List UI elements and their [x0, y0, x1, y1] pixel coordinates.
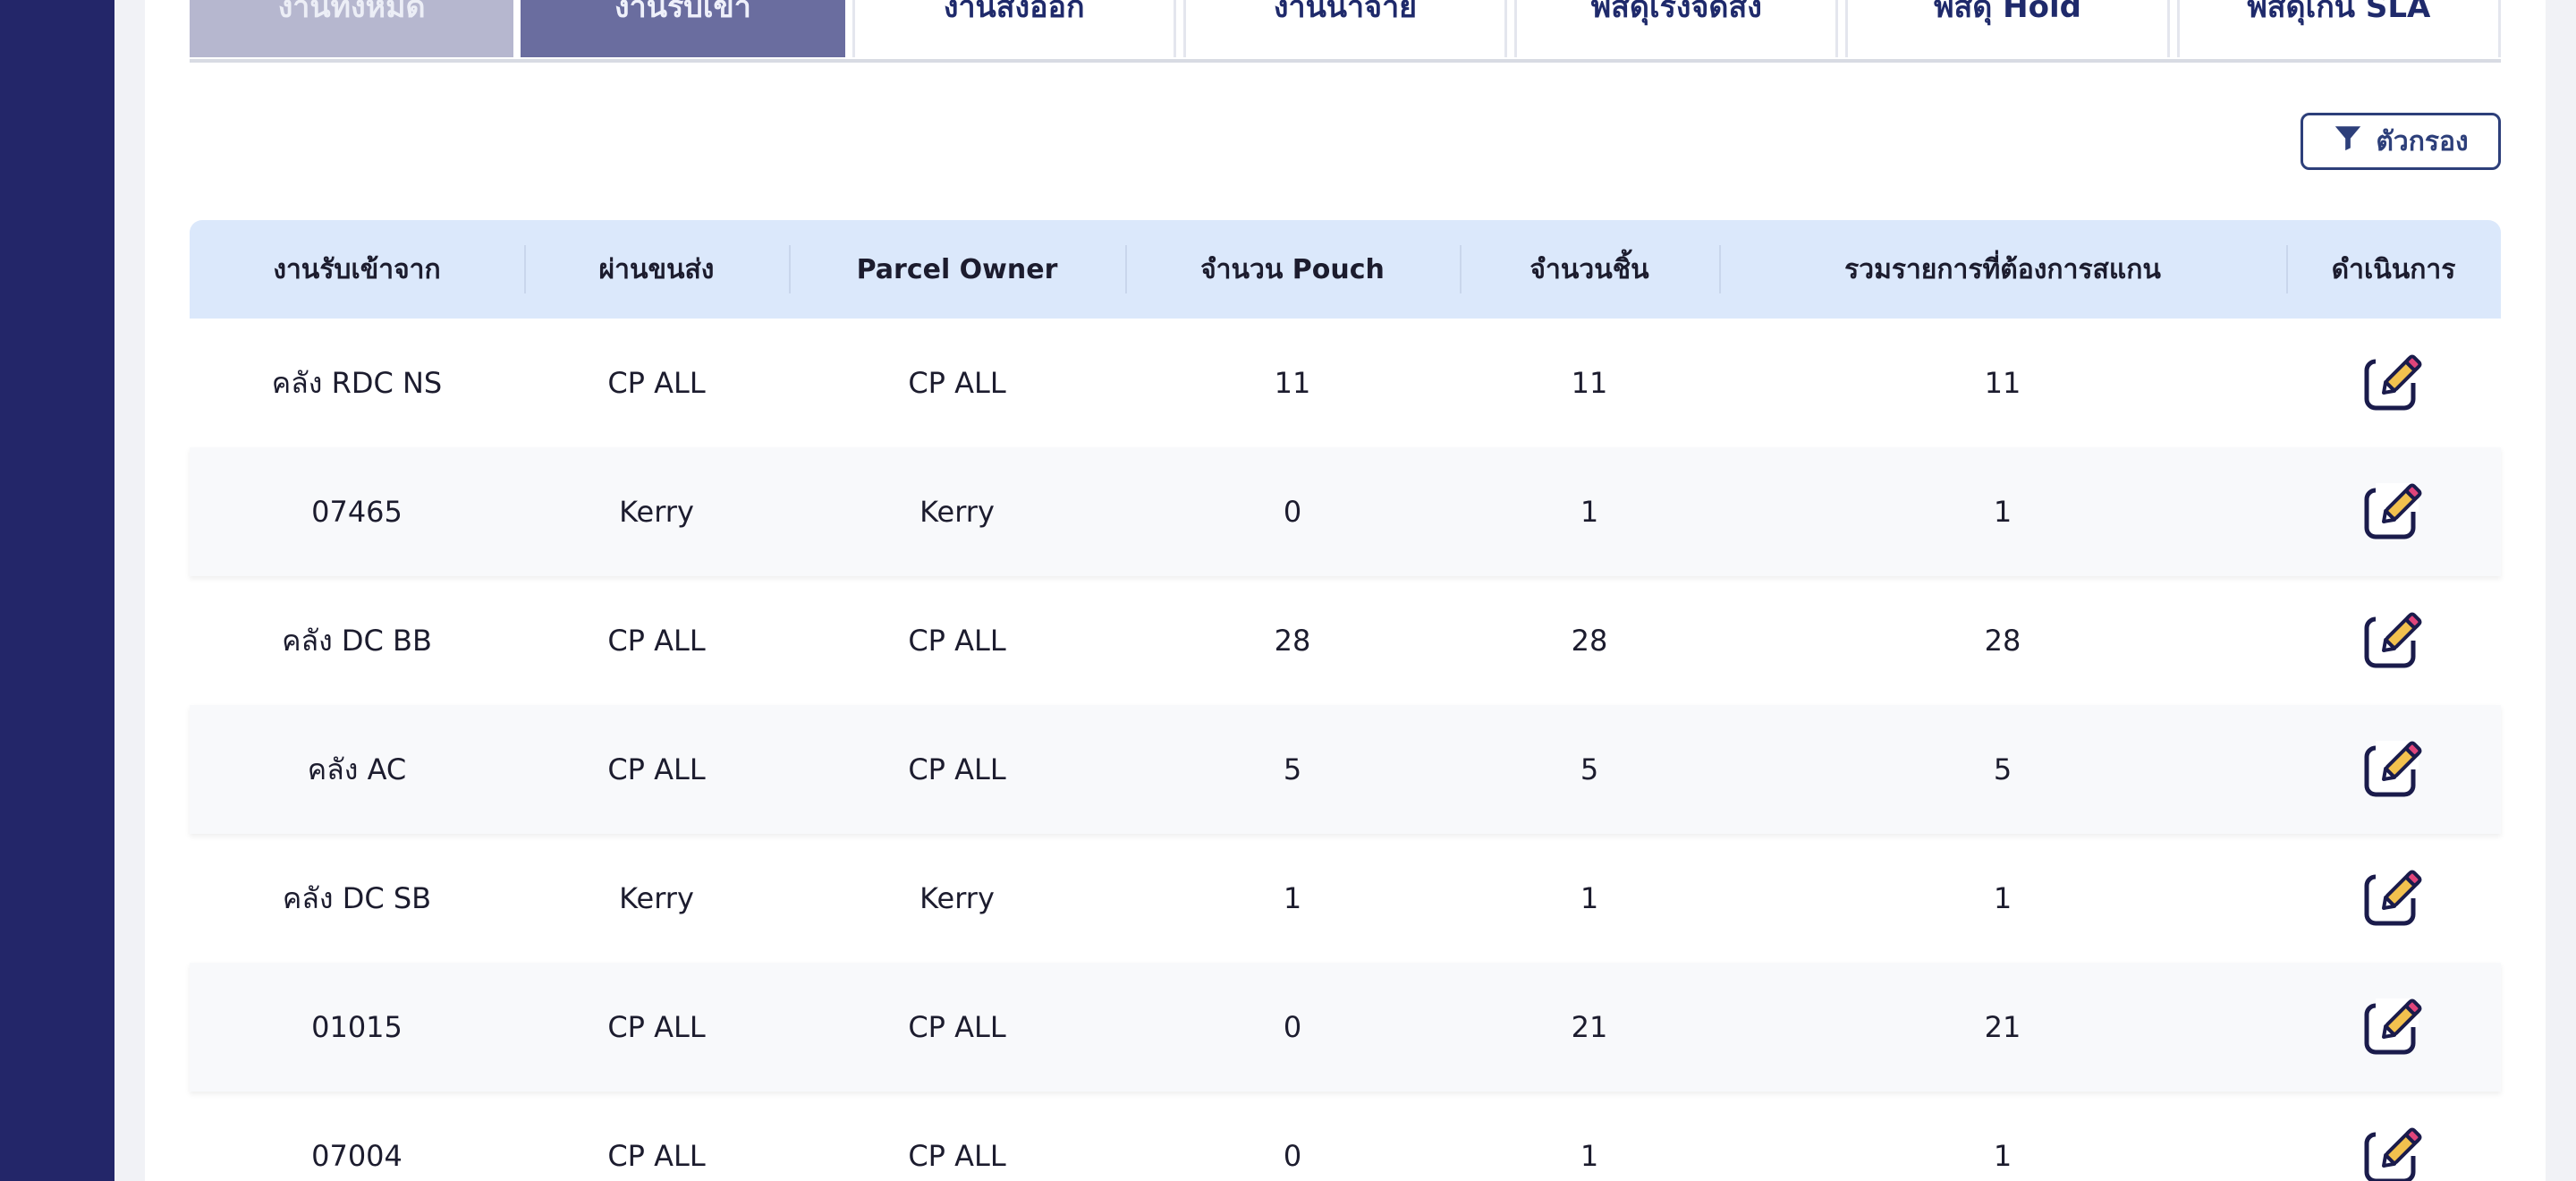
cell-pouch-count: 1: [1283, 881, 1302, 915]
header-piece-count: จำนวนชิ้น: [1460, 220, 1719, 319]
cell-piece-count: 21: [1571, 1010, 1608, 1044]
cell-inbound-from: คลัง DC SB: [282, 880, 432, 915]
edit-icon: [2364, 354, 2422, 411]
cell-parcel-owner: CP ALL: [908, 1139, 1006, 1173]
tab-outbound-jobs[interactable]: งานส่งออก: [852, 0, 1176, 57]
cell-carrier: CP ALL: [607, 1010, 706, 1044]
cell-inbound-from: 07465: [311, 495, 402, 529]
tab-urgent-parcels[interactable]: พัสดุเร่งจัดส่ง: [1514, 0, 1839, 57]
cell-actions: [2286, 576, 2501, 705]
tab-inbound-jobs[interactable]: งานรับเข้า: [521, 0, 845, 57]
cell-actions: [2286, 705, 2501, 834]
cell-piece-count: 1: [1580, 495, 1599, 529]
cell-parcel-owner: CP ALL: [908, 1010, 1006, 1044]
cell-inbound-from: คลัง RDC NS: [271, 365, 443, 400]
edit-icon: [2364, 870, 2422, 926]
cell-inbound-from: 01015: [311, 1010, 402, 1044]
tab-hold-parcels[interactable]: พัสดุ Hold: [1845, 0, 2170, 57]
cell-pouch-count: 28: [1274, 624, 1311, 658]
cell-actions: [2286, 834, 2501, 963]
header-inbound-from: งานรับเข้าจาก: [273, 253, 441, 285]
edit-button[interactable]: [2363, 868, 2424, 929]
table-row: คลัง DC SB Kerry Kerry 1 1 1: [190, 834, 2501, 963]
sidebar: [0, 0, 114, 1181]
cell-actions: [2286, 1092, 2501, 1181]
cell-carrier: CP ALL: [607, 624, 706, 658]
cell-pouch-count: 0: [1283, 495, 1302, 529]
tab-over-sla-parcels[interactable]: พัสดุเกิน SLA: [2176, 0, 2501, 57]
cell-carrier: Kerry: [619, 495, 694, 529]
edit-button[interactable]: [2363, 1126, 2424, 1181]
cell-parcel-owner: CP ALL: [908, 624, 1006, 658]
inbound-jobs-table: งานรับเข้าจาก ผ่านขนส่ง Parcel Owner จำน…: [190, 220, 2501, 1181]
edit-icon: [2364, 998, 2422, 1055]
table-row: คลัง AC CP ALL CP ALL 5 5 5: [190, 705, 2501, 834]
table-row: คลัง DC BB CP ALL CP ALL 28 28 28: [190, 576, 2501, 705]
cell-total-to-scan: 1: [1993, 495, 2012, 529]
cell-piece-count: 5: [1580, 752, 1599, 786]
header-pouch-count: จำนวน Pouch: [1125, 220, 1460, 319]
cell-pouch-count: 0: [1283, 1139, 1302, 1173]
edit-button[interactable]: [2363, 353, 2424, 413]
cell-parcel-owner: Kerry: [919, 881, 995, 915]
edit-button[interactable]: [2363, 481, 2424, 542]
cell-actions: [2286, 319, 2501, 447]
cell-actions: [2286, 963, 2501, 1092]
cell-carrier: CP ALL: [607, 1139, 706, 1173]
tab-delivery-jobs[interactable]: งานนำจ่าย: [1182, 0, 1508, 57]
cell-pouch-count: 5: [1283, 752, 1302, 786]
edit-button[interactable]: [2363, 610, 2424, 671]
edit-button[interactable]: [2363, 739, 2424, 800]
cell-parcel-owner: CP ALL: [908, 752, 1006, 786]
cell-parcel-owner: CP ALL: [908, 366, 1006, 400]
cell-total-to-scan: 5: [1993, 752, 2012, 786]
tab-all-jobs[interactable]: งานทั้งหมด: [190, 0, 514, 57]
table-body: คลัง RDC NS CP ALL CP ALL 11 11 11 07465…: [190, 319, 2501, 1181]
tab-bar: งานทั้งหมด งานรับเข้า งานส่งออก งานนำจ่า…: [190, 0, 2501, 63]
table-row: คลัง RDC NS CP ALL CP ALL 11 11 11: [190, 319, 2501, 447]
cell-piece-count: 11: [1571, 366, 1608, 400]
edit-icon: [2364, 612, 2422, 668]
cell-inbound-from: คลัง AC: [307, 752, 407, 786]
edit-button[interactable]: [2363, 997, 2424, 1058]
filter-icon: [2333, 123, 2363, 160]
main-panel: งานทั้งหมด งานรับเข้า งานส่งออก งานนำจ่า…: [145, 0, 2546, 1181]
cell-carrier: CP ALL: [607, 366, 706, 400]
cell-pouch-count: 11: [1274, 366, 1311, 400]
header-carrier: ผ่านขนส่ง: [524, 220, 789, 319]
table-row: 01015 CP ALL CP ALL 0 21 21: [190, 963, 2501, 1092]
cell-piece-count: 28: [1571, 624, 1608, 658]
cell-actions: [2286, 447, 2501, 576]
cell-carrier: Kerry: [619, 881, 694, 915]
cell-inbound-from: คลัง DC BB: [282, 623, 432, 658]
header-parcel-owner: Parcel Owner: [789, 220, 1125, 319]
table-row: 07465 Kerry Kerry 0 1 1: [190, 447, 2501, 576]
header-total-to-scan: รวมรายการที่ต้องการสแกน: [1719, 220, 2286, 319]
cell-parcel-owner: Kerry: [919, 495, 995, 529]
cell-piece-count: 1: [1580, 881, 1599, 915]
cell-total-to-scan: 1: [1993, 1139, 2012, 1173]
edit-icon: [2364, 1127, 2422, 1181]
filter-button-label: ตัวกรอง: [2376, 125, 2469, 157]
edit-icon: [2364, 741, 2422, 797]
table-header: งานรับเข้าจาก ผ่านขนส่ง Parcel Owner จำน…: [190, 220, 2501, 319]
app-root: งานทั้งหมด งานรับเข้า งานส่งออก งานนำจ่า…: [0, 0, 2576, 1181]
cell-total-to-scan: 21: [1984, 1010, 2021, 1044]
cell-total-to-scan: 1: [1993, 881, 2012, 915]
table-row: 07004 CP ALL CP ALL 0 1 1: [190, 1092, 2501, 1181]
edit-icon: [2364, 483, 2422, 540]
cell-pouch-count: 0: [1283, 1010, 1302, 1044]
cell-carrier: CP ALL: [607, 752, 706, 786]
header-actions: ดำเนินการ: [2286, 220, 2501, 319]
filter-button[interactable]: ตัวกรอง: [2301, 113, 2501, 170]
cell-total-to-scan: 11: [1984, 366, 2021, 400]
cell-piece-count: 1: [1580, 1139, 1599, 1173]
cell-total-to-scan: 28: [1984, 624, 2021, 658]
cell-inbound-from: 07004: [311, 1139, 402, 1173]
